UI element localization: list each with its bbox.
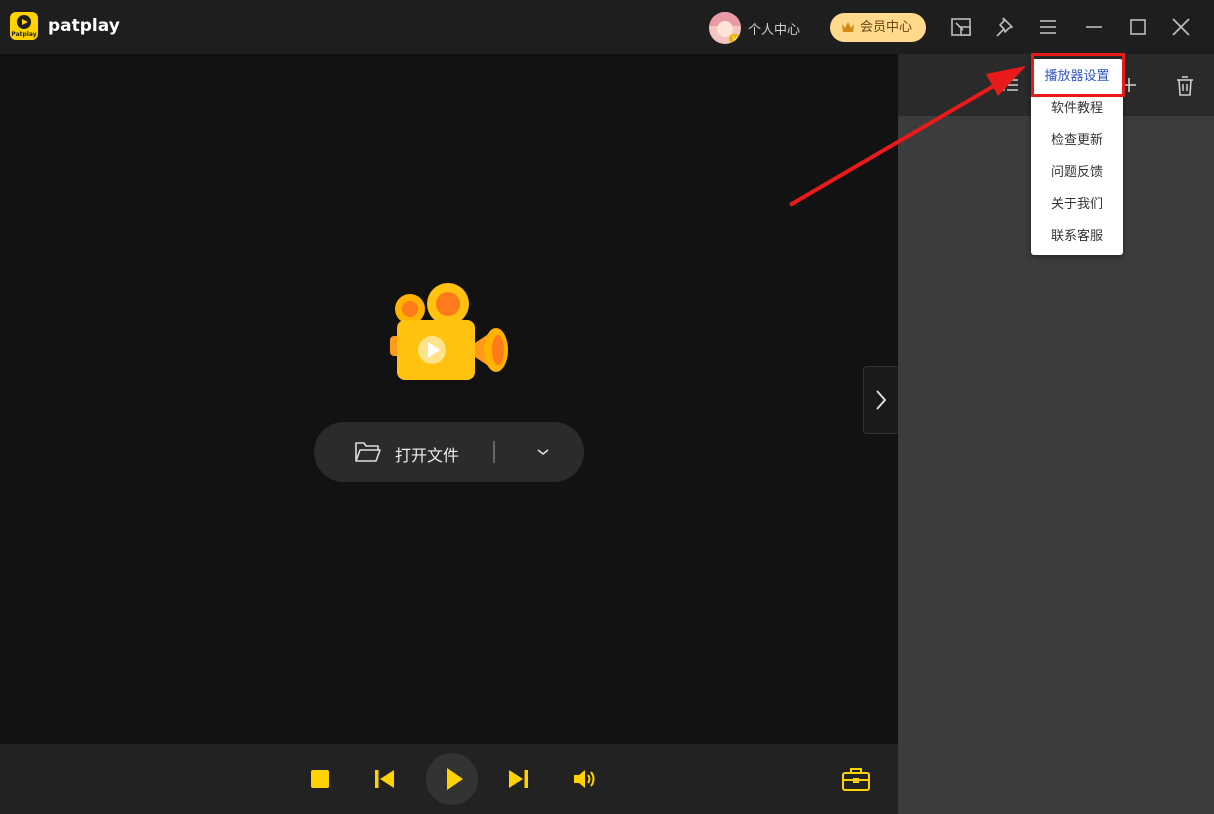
crown-icon	[842, 22, 854, 32]
close-icon[interactable]	[1168, 14, 1194, 40]
video-area	[0, 54, 898, 744]
chevron-down-icon[interactable]	[536, 447, 550, 457]
app-title: patplay	[48, 16, 120, 36]
menu-icon[interactable]	[1035, 14, 1061, 40]
chevron-right-icon	[876, 390, 887, 410]
pin-icon[interactable]	[992, 14, 1018, 40]
menu-item-contact-support[interactable]: 联系客服	[1031, 221, 1123, 253]
next-icon[interactable]	[506, 767, 530, 791]
stop-icon[interactable]	[308, 767, 332, 791]
play-icon	[447, 768, 463, 790]
minimize-icon[interactable]	[1081, 14, 1107, 40]
menu-item-about[interactable]: 关于我们	[1031, 189, 1123, 221]
play-button[interactable]	[426, 753, 478, 805]
maximize-icon[interactable]	[1125, 14, 1151, 40]
avatar[interactable]: V	[709, 12, 741, 44]
open-file-button[interactable]: 打开文件	[314, 422, 584, 482]
personal-center-link[interactable]: 个人中心	[748, 19, 800, 38]
avatar-vip-badge: V	[729, 34, 741, 44]
previous-icon[interactable]	[373, 767, 397, 791]
menu-item-feedback[interactable]: 问题反馈	[1031, 157, 1123, 189]
list-view-icon[interactable]	[998, 75, 1020, 97]
volume-icon[interactable]	[572, 767, 598, 791]
open-file-label: 打开文件	[395, 446, 460, 465]
video-camera-icon	[390, 283, 508, 380]
delete-icon[interactable]	[1174, 75, 1196, 97]
title-bar: Patplay patplay V 个人中心 会员中心	[0, 0, 1214, 54]
app-logo: Patplay	[10, 12, 38, 40]
screen-cast-icon[interactable]	[948, 14, 974, 40]
expand-panel-button[interactable]	[863, 366, 898, 434]
playback-controls	[0, 744, 898, 814]
menu-item-tutorial[interactable]: 软件教程	[1031, 93, 1123, 125]
highlight-box	[1031, 53, 1125, 97]
divider	[493, 441, 495, 463]
folder-icon	[355, 442, 381, 462]
vip-center-label: 会员中心	[860, 20, 913, 35]
vip-center-button[interactable]: 会员中心	[830, 13, 926, 42]
toolbox-icon[interactable]	[841, 766, 871, 792]
menu-item-check-update[interactable]: 检查更新	[1031, 125, 1123, 157]
